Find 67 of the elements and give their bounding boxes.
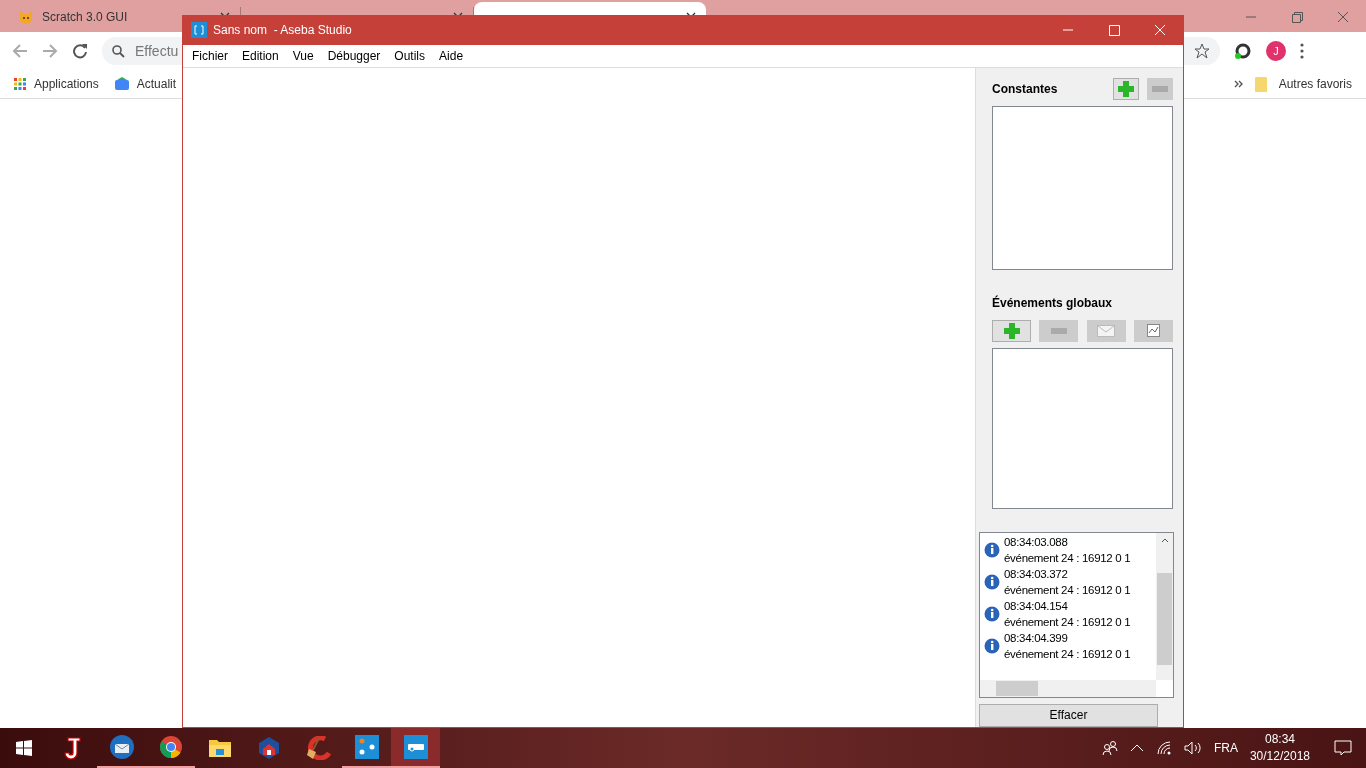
menu-item[interactable]: Edition [235, 49, 286, 63]
minus-icon [1152, 86, 1168, 92]
log-time: 08:34:04.399 [1004, 631, 1069, 647]
apps-grid-icon [14, 78, 26, 90]
section-title: Constantes [992, 82, 1058, 96]
chrome-icon [158, 735, 183, 759]
info-icon [984, 542, 1000, 559]
menu-item[interactable]: Fichier [185, 49, 235, 63]
broom-icon [304, 736, 331, 760]
star-icon[interactable] [1194, 43, 1210, 59]
clock-date[interactable]: 30/12/2018 [1249, 748, 1310, 765]
speaker-icon[interactable] [1183, 741, 1202, 755]
scroll-up-icon[interactable] [1160, 538, 1169, 544]
house-icon [256, 736, 281, 760]
letter-logo-icon [61, 736, 84, 760]
start-icon[interactable] [16, 740, 32, 756]
events-list[interactable] [992, 347, 1173, 510]
bookmark-link[interactable]: Applications [34, 77, 99, 91]
horizontal-scrollbar[interactable] [980, 679, 1156, 697]
menu-item[interactable]: Débugger [320, 49, 388, 63]
info-icon [984, 606, 1000, 623]
bookmark-link[interactable]: Autres favoris [1278, 77, 1352, 91]
app-icon [191, 22, 207, 38]
dots-app-icon [354, 735, 379, 759]
log-time: 08:34:03.088 [1004, 535, 1069, 551]
vertical-scrollbar[interactable] [1156, 533, 1173, 680]
search-icon [112, 44, 125, 58]
menu-item[interactable]: Outils [387, 49, 433, 63]
more-icon[interactable] [1300, 43, 1304, 59]
envelope-globe-icon [108, 734, 135, 760]
chevron-icon[interactable] [1233, 80, 1243, 88]
wifi-icon[interactable] [1155, 741, 1172, 755]
log-message: événement 24 : 16912 0 1 [1004, 615, 1131, 631]
plus-icon [1118, 81, 1134, 97]
section-title: Événements globaux [992, 296, 1113, 311]
menu-item[interactable]: Aide [432, 49, 471, 63]
chevron-up-icon[interactable] [1129, 743, 1144, 753]
message-log[interactable]: 08:34:03.088 événement 24 : 16912 0 1 08:34:03.372 événement 24 : 16912 0 1 08:34:04.154 événement 24 : 16912 0 1 08:34:04.399 événement 24 : 16912 0 1 [979, 532, 1174, 698]
language-indicator[interactable]: FRA [1213, 741, 1238, 755]
log-message: événement 24 : 16912 0 1 [1004, 647, 1131, 663]
cat-icon [18, 10, 34, 24]
bookmark-link[interactable]: Actualit [136, 77, 177, 91]
envelope-icon [1097, 324, 1116, 337]
log-message: événement 24 : 16912 0 1 [1004, 551, 1131, 567]
menu-item[interactable]: Vue [285, 49, 321, 63]
profile-avatar[interactable]: J [1266, 41, 1286, 61]
log-time: 08:34:03.372 [1004, 567, 1069, 583]
log-time: 08:34:04.154 [1004, 599, 1069, 615]
plot-button[interactable] [1134, 319, 1173, 342]
people-icon[interactable] [1101, 740, 1118, 756]
info-icon [984, 638, 1000, 655]
extension-icon[interactable] [1234, 42, 1252, 60]
clear-button[interactable]: Effacer [979, 703, 1158, 727]
folder-icon [207, 737, 232, 759]
info-icon [984, 574, 1000, 591]
minus-icon [1050, 327, 1067, 334]
taskbar-app[interactable] [391, 728, 440, 768]
folder-icon [1254, 76, 1267, 92]
notifications-icon[interactable] [1334, 740, 1352, 756]
clock-time[interactable]: 08:34 [1264, 731, 1295, 748]
reload-icon[interactable] [72, 43, 88, 59]
news-icon [114, 77, 129, 91]
plus-icon [1003, 322, 1020, 339]
window-title: Sans nom - Aseba Studio [213, 23, 352, 37]
log-message: événement 24 : 16912 0 1 [1004, 583, 1131, 599]
constants-list[interactable] [992, 106, 1173, 271]
chart-icon [1147, 324, 1160, 338]
